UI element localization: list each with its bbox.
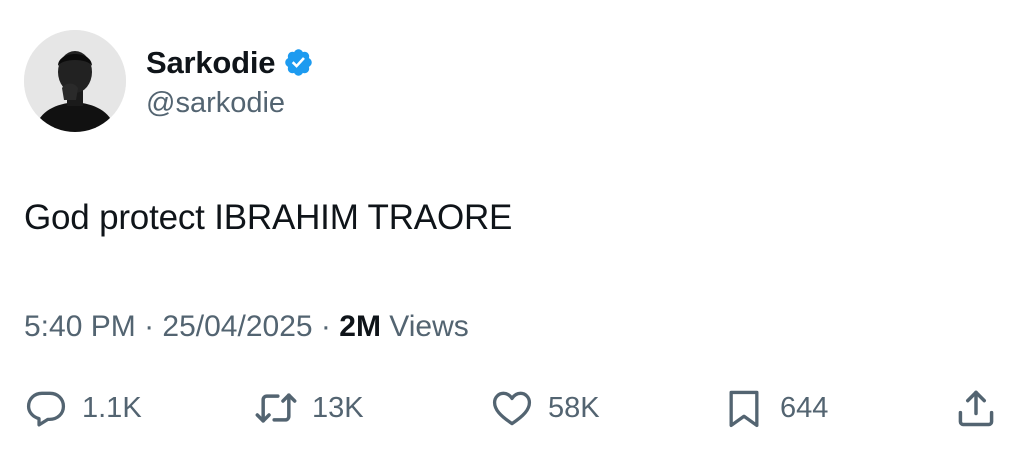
bookmark-button[interactable]: 644	[722, 380, 828, 436]
meta-separator: ·	[320, 310, 331, 343]
views-label: Views	[389, 310, 469, 343]
author-handle[interactable]: @sarkodie	[146, 87, 314, 120]
display-name-row: Sarkodie	[146, 43, 314, 83]
like-count: 58K	[548, 391, 600, 424]
tweet-date[interactable]: 25/04/2025	[162, 310, 312, 343]
retweet-button[interactable]: 13K	[254, 380, 364, 436]
tweet-actions: 1.1K 13K 58K 644	[0, 380, 1024, 436]
avatar[interactable]	[24, 30, 126, 132]
retweet-icon	[254, 386, 298, 430]
avatar-photo	[24, 30, 126, 132]
like-button[interactable]: 58K	[490, 380, 600, 436]
reply-icon	[24, 386, 68, 430]
share-icon	[954, 386, 998, 430]
reply-button[interactable]: 1.1K	[24, 380, 142, 436]
tweet-text: God protect IBRAHIM TRAORE	[24, 198, 513, 237]
retweet-count: 13K	[312, 391, 364, 424]
bookmark-count: 644	[780, 391, 829, 424]
heart-icon	[490, 386, 534, 430]
meta-separator: ·	[144, 310, 155, 343]
reply-count: 1.1K	[82, 391, 142, 424]
bookmark-icon	[722, 386, 766, 430]
tweet-header: Sarkodie @sarkodie	[24, 30, 314, 132]
author-names: Sarkodie @sarkodie	[146, 43, 314, 120]
share-button[interactable]	[954, 380, 998, 436]
tweet-time[interactable]: 5:40 PM	[24, 310, 136, 343]
verified-badge-icon	[283, 47, 314, 78]
tweet-meta: 5:40 PM · 25/04/2025 · 2M Views	[24, 307, 469, 347]
display-name[interactable]: Sarkodie	[146, 45, 276, 81]
views-count[interactable]: 2M	[339, 310, 381, 343]
